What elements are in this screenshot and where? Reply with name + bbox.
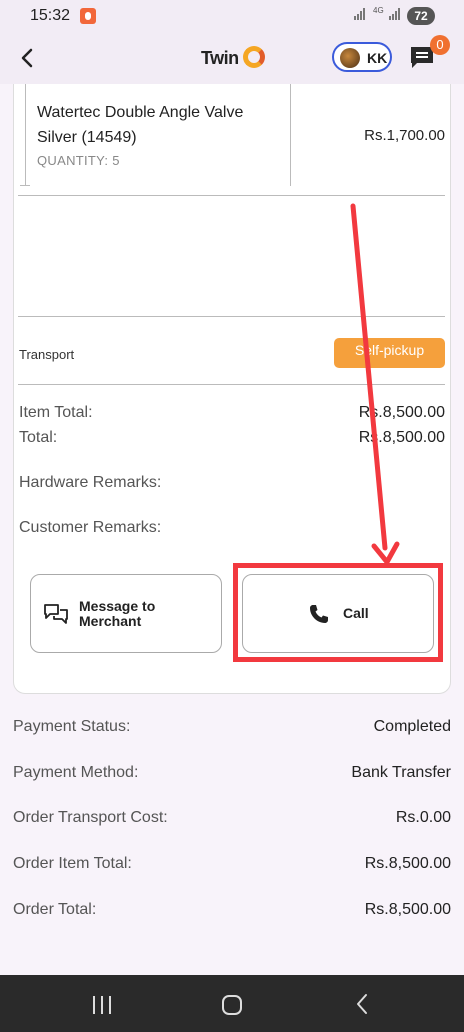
payment-status-label: Payment Status: <box>13 718 131 735</box>
item-name: Watertec Double Angle Valve Silver (1454… <box>37 104 244 146</box>
system-nav-bar <box>0 975 464 1032</box>
logo-text: Twin <box>201 48 239 68</box>
app-header: Twin KK 0 <box>0 32 464 84</box>
call-button[interactable]: Call <box>242 574 434 653</box>
phone-icon <box>310 605 328 623</box>
back-nav-icon[interactable] <box>354 993 370 1015</box>
call-label: Call <box>343 605 369 621</box>
divider <box>18 316 445 317</box>
recents-icon[interactable] <box>92 996 112 1014</box>
user-profile-chip[interactable]: KK <box>332 42 392 72</box>
item-total-label: Item Total: <box>19 404 93 421</box>
back-arrow-icon[interactable] <box>14 44 42 72</box>
item-quantity: QUANTITY: 5 <box>37 153 120 168</box>
item-cell-foot <box>20 185 30 186</box>
item-price: Rs.1,700.00 <box>364 127 445 144</box>
payment-method-value: Bank Transfer <box>351 764 451 781</box>
notification-app-icon <box>80 8 96 24</box>
transport-cost-label: Order Transport Cost: <box>13 809 168 826</box>
payment-method-label: Payment Method: <box>13 764 139 781</box>
transport-mode-badge: Self-pickup <box>334 338 445 368</box>
total-label: Total: <box>19 429 58 446</box>
message-merchant-label: Message to Merchant <box>79 598 156 629</box>
hardware-remarks-label: Hardware Remarks: <box>19 474 162 491</box>
signal-icon-2 <box>389 8 401 20</box>
battery-icon: 72 <box>407 7 435 25</box>
home-icon[interactable] <box>222 995 242 1015</box>
order-item-total-value: Rs.8,500.00 <box>364 855 451 872</box>
network-type-label: 4G <box>373 6 384 15</box>
order-total-label: Order Total: <box>13 901 97 918</box>
chat-bubbles-icon <box>44 604 68 624</box>
message-merchant-button[interactable]: Message to Merchant <box>30 574 222 653</box>
app-logo: Twin <box>201 46 271 72</box>
status-time: 15:32 <box>30 7 71 24</box>
divider <box>18 384 445 385</box>
transport-label: Transport <box>19 347 75 362</box>
signal-icon <box>354 8 366 20</box>
avatar <box>340 48 360 68</box>
transport-cost-value: Rs.0.00 <box>395 809 451 826</box>
logo-c-mark <box>243 46 265 68</box>
payment-status-value: Completed <box>373 718 451 735</box>
status-bar: 15:32 4G 72 <box>0 0 464 32</box>
user-initials: KK <box>367 50 388 66</box>
order-total-value: Rs.8,500.00 <box>364 901 451 918</box>
divider <box>18 195 445 196</box>
order-item-total-label: Order Item Total: <box>13 855 132 872</box>
total-value: Rs.8,500.00 <box>358 429 445 446</box>
item-total-value: Rs.8,500.00 <box>358 404 445 421</box>
notification-badge: 0 <box>430 35 450 55</box>
customer-remarks-label: Customer Remarks: <box>19 519 162 536</box>
